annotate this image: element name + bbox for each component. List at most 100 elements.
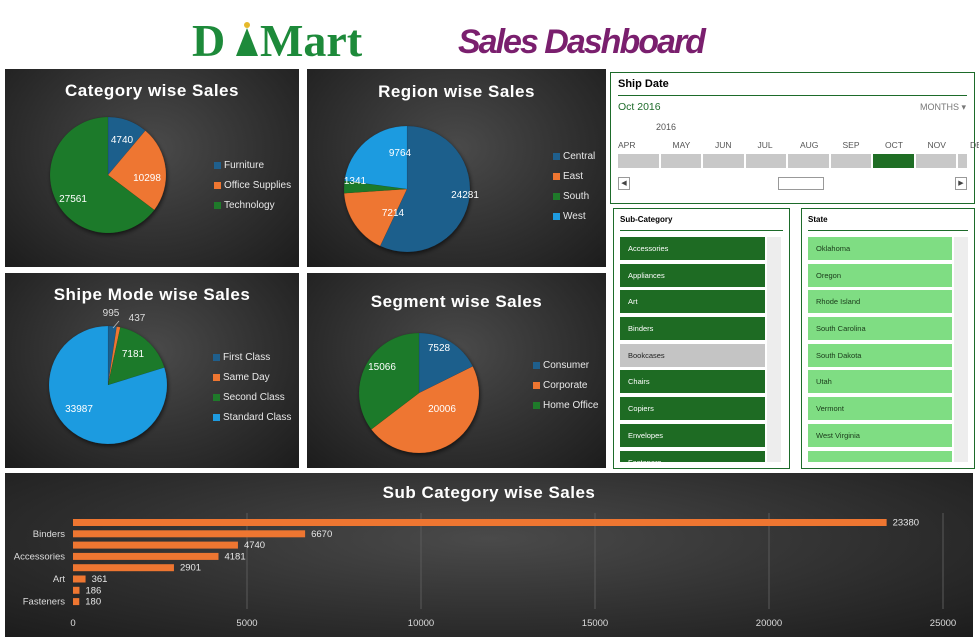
legend-label: First Class bbox=[223, 351, 271, 363]
dashboard-title: Sales Dashboard bbox=[458, 23, 706, 61]
legend-label: Corporate bbox=[543, 379, 588, 391]
timeline-title: Ship Date bbox=[618, 78, 669, 90]
timeline-month-aug[interactable] bbox=[788, 154, 831, 168]
subcategory-item-chairs[interactable]: Chairs bbox=[620, 370, 765, 394]
legend-swatch bbox=[213, 393, 220, 401]
legend-label: Central bbox=[563, 150, 596, 162]
timeline-month-label: DE bbox=[970, 140, 979, 150]
pie-data-label: 995 bbox=[103, 308, 120, 319]
legend-item: South bbox=[553, 186, 595, 206]
subcategory-item-copiers[interactable]: Copiers bbox=[620, 397, 765, 421]
timeline-month-may[interactable] bbox=[661, 154, 703, 168]
x-tick-label: 10000 bbox=[408, 618, 434, 629]
legend-swatch bbox=[533, 381, 540, 389]
legend-item: Office Supplies bbox=[214, 175, 291, 195]
timeline-level-dropdown[interactable]: MONTHS ▾ bbox=[920, 102, 966, 113]
chevron-down-icon: ▾ bbox=[961, 102, 966, 112]
legend-swatch bbox=[214, 181, 221, 189]
legend-label: Consumer bbox=[543, 359, 590, 371]
pie-data-label: 437 bbox=[129, 313, 146, 324]
y-category-label: Fasteners bbox=[23, 597, 65, 608]
pie-data-label: 15066 bbox=[368, 362, 396, 373]
legend-item: Second Class bbox=[213, 387, 291, 407]
legend-item: Same Day bbox=[213, 367, 291, 387]
timeline-month-jun[interactable] bbox=[703, 154, 746, 168]
legend-item: Central bbox=[553, 146, 595, 166]
legend-swatch bbox=[553, 172, 560, 180]
x-tick-label: 5000 bbox=[236, 618, 257, 629]
legend-swatch bbox=[553, 152, 560, 160]
timeline-scrollbar[interactable]: ◀ ▶ bbox=[618, 177, 967, 190]
subcategory-item-appliances[interactable]: Appliances bbox=[620, 263, 765, 287]
state-item[interactable] bbox=[808, 450, 952, 462]
subcategory-slicer-scrollbar[interactable] bbox=[767, 237, 781, 462]
bar-value-label: 361 bbox=[92, 574, 108, 585]
bar bbox=[73, 541, 238, 549]
subcategory-item-binders[interactable]: Binders bbox=[620, 317, 765, 341]
state-slicer-scrollbar[interactable] bbox=[954, 237, 968, 462]
segment-legend: Consumer Corporate Home Office bbox=[533, 355, 598, 415]
subcategory-item-accessories[interactable]: Accessories bbox=[620, 237, 765, 260]
bar bbox=[73, 552, 219, 560]
ship-date-timeline[interactable]: Ship Date Oct 2016 MONTHS ▾ 2016 APR MAY J… bbox=[610, 72, 979, 204]
legend-label: East bbox=[563, 170, 584, 182]
subcategory-item-fasteners[interactable]: Fasteners bbox=[620, 450, 765, 462]
timeline-month-label: APR bbox=[618, 140, 636, 150]
timeline-month-label: JUL bbox=[757, 140, 773, 150]
x-tick-label: 20000 bbox=[756, 618, 782, 629]
timeline-month-nov[interactable] bbox=[916, 154, 958, 168]
scroll-left-icon[interactable]: ◀ bbox=[618, 177, 630, 190]
pie-data-label: 4740 bbox=[111, 135, 134, 146]
state-item[interactable]: Oregon bbox=[808, 263, 952, 287]
subcategory-slicer-list: Accessories Appliances Art Binders Bookcases… bbox=[620, 237, 765, 462]
timeline-divider bbox=[618, 95, 967, 96]
subcategory-slicer-title: Sub-Category bbox=[620, 215, 673, 224]
scroll-right-icon[interactable]: ▶ bbox=[955, 177, 967, 190]
subcategory-item-art[interactable]: Art bbox=[620, 290, 765, 314]
state-item[interactable]: Oklahoma bbox=[808, 237, 952, 260]
timeline-month-label: OCT bbox=[885, 140, 903, 150]
timeline-month-sep[interactable] bbox=[831, 154, 873, 168]
state-item[interactable]: South Carolina bbox=[808, 317, 952, 341]
bar-value-label: 23380 bbox=[893, 518, 919, 529]
timeline-month-jul[interactable] bbox=[746, 154, 788, 168]
timeline-selected-range: Oct 2016 bbox=[618, 101, 661, 113]
timeline-month-de[interactable] bbox=[958, 154, 979, 168]
bar bbox=[73, 575, 86, 583]
legend-item: Standard Class bbox=[213, 407, 291, 427]
bar-value-label: 180 bbox=[85, 597, 101, 608]
bar bbox=[73, 530, 306, 538]
pie-data-label: 24281 bbox=[451, 190, 479, 201]
subcategory-item-bookcases[interactable]: Bookcases bbox=[620, 343, 765, 367]
pie-data-label: 7214 bbox=[382, 208, 405, 219]
legend-label: South bbox=[563, 190, 590, 202]
state-item[interactable]: Utah bbox=[808, 370, 952, 394]
timeline-scroll-thumb[interactable] bbox=[778, 177, 824, 190]
logo-star bbox=[244, 22, 250, 28]
timeline-bar[interactable] bbox=[618, 154, 967, 168]
state-item[interactable]: Vermont bbox=[808, 397, 952, 421]
timeline-month-oct[interactable] bbox=[873, 154, 916, 168]
legend-item: West bbox=[553, 206, 595, 226]
legend-label: Second Class bbox=[223, 391, 285, 403]
bar bbox=[73, 586, 80, 594]
state-item[interactable]: South Dakota bbox=[808, 343, 952, 367]
timeline-month-label: NOV bbox=[927, 140, 946, 150]
timeline-month-label: MAY bbox=[672, 140, 691, 150]
timeline-month-label: SEP bbox=[842, 140, 860, 150]
logo-letter-d: D bbox=[192, 15, 225, 66]
state-slicer-divider bbox=[808, 230, 968, 231]
pie-data-label: 27561 bbox=[59, 194, 87, 205]
x-tick-label: 0 bbox=[70, 618, 75, 629]
pie-data-label: 10298 bbox=[133, 173, 161, 184]
state-item[interactable]: West Virginia bbox=[808, 423, 952, 447]
y-category-label: Art bbox=[53, 574, 66, 585]
subcategory-item-envelopes[interactable]: Envelopes bbox=[620, 423, 765, 447]
timeline-month-apr[interactable] bbox=[618, 154, 661, 168]
bar bbox=[73, 564, 174, 572]
state-item[interactable]: Rhode Island bbox=[808, 290, 952, 314]
bar-value-label: 4740 bbox=[244, 540, 265, 551]
pie-data-label: 1341 bbox=[344, 176, 367, 187]
legend-swatch bbox=[533, 401, 540, 409]
segment-chart-panel: Segment wise Sales 7528 20006 15066 Consum… bbox=[307, 273, 606, 468]
